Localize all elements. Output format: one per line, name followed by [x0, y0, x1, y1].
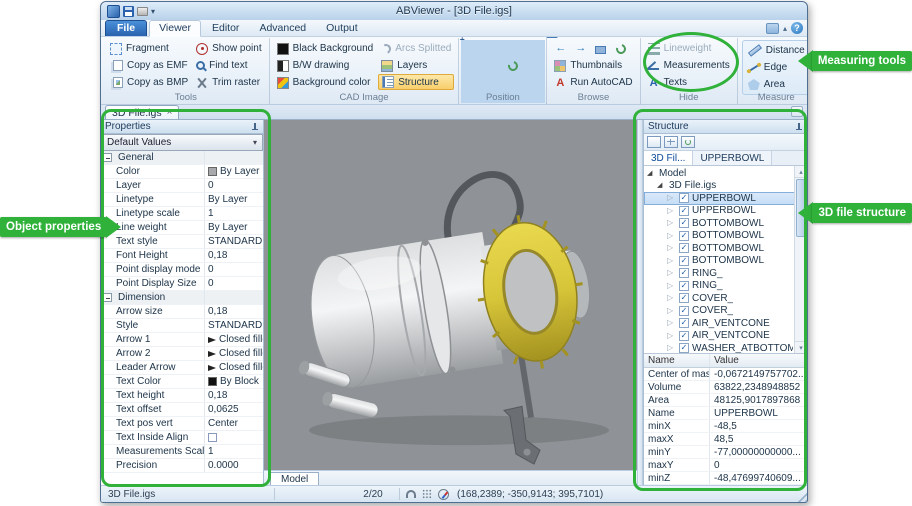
3d-viewport[interactable] — [264, 120, 637, 470]
group-label-browse: Browse — [577, 92, 610, 103]
tab-advanced[interactable]: Advanced — [250, 21, 315, 36]
callout-label: Object properties — [0, 217, 108, 237]
thumbnails-icon — [554, 59, 567, 72]
forward-arrow-icon: → — [575, 42, 587, 54]
style-switcher-icon[interactable] — [765, 22, 779, 34]
callout-label: Measuring tools — [811, 51, 912, 71]
status-coordinates: (168,2389; -350,9143; 395,7101) — [457, 488, 604, 500]
title-bar: ▾ ABViewer - [3D File.igs] — [101, 2, 807, 20]
status-icons — [406, 488, 449, 500]
zoom-window-icon — [508, 44, 518, 53]
callout-measuring-tools: Measuring tools — [797, 50, 912, 72]
ribbon-group-measure: Distance Edge Area Measure — [738, 38, 807, 104]
quick-access-toolbar: ▾ — [107, 4, 155, 18]
ribbon-group-tools: Fragment Copy as EMF Copy as BMP Show po… — [103, 38, 270, 104]
show-point-button[interactable]: Show point — [193, 40, 264, 57]
measure-area-button[interactable]: Area — [745, 76, 807, 93]
annotation-circle-measure — [643, 32, 739, 92]
annotation-box-properties — [101, 109, 271, 487]
run-autocad-button[interactable]: A Run AutoCAD — [551, 74, 635, 91]
thumbnails-button[interactable]: Thumbnails — [551, 57, 635, 74]
layers-icon — [381, 59, 394, 72]
copy-bmp-icon — [113, 77, 123, 88]
group-label-cad-image: CAD Image — [339, 92, 389, 103]
tab-output[interactable]: Output — [317, 21, 367, 36]
3d-model-rendering — [298, 171, 609, 465]
help-icon[interactable]: ? — [791, 22, 803, 34]
annotation-box-structure — [633, 109, 807, 491]
viewport-column: Model — [264, 120, 637, 485]
divider — [399, 488, 400, 500]
collapse-ribbon-icon[interactable]: ▴ — [783, 24, 787, 33]
home-icon — [595, 46, 607, 54]
screenshot: ▾ ABViewer - [3D File.igs] File Viewer E… — [0, 0, 912, 506]
bw-drawing-icon — [276, 59, 289, 72]
find-text-icon — [196, 61, 206, 70]
arcs-splitted-button[interactable]: Arcs Splitted — [378, 40, 454, 57]
copy-as-emf-button[interactable]: Copy as EMF — [107, 57, 191, 74]
trim-raster-icon — [196, 77, 208, 89]
structure-toggle-button[interactable]: Structure — [378, 74, 455, 90]
structure-icon — [382, 76, 395, 88]
fragment-icon — [110, 42, 122, 55]
snap-icon[interactable] — [406, 490, 416, 498]
background-color-icon — [276, 76, 289, 89]
black-background-button[interactable]: Black Background — [274, 40, 377, 57]
arcs-splitted-icon — [379, 42, 393, 55]
model-tab-strip: Model — [264, 470, 637, 485]
ribbon-group-position: ▾ ▾ Position — [459, 38, 548, 104]
compass-icon[interactable] — [438, 488, 449, 500]
find-text-button[interactable]: Find text — [193, 57, 264, 74]
group-label-measure: Measure — [757, 92, 795, 103]
back-arrow-icon: ← — [555, 42, 567, 54]
refresh-icon — [614, 41, 628, 56]
tab-editor[interactable]: Editor — [203, 21, 248, 36]
ribbon-corner-controls: ▴ ? — [765, 22, 803, 36]
distance-icon — [747, 44, 762, 57]
layers-button[interactable]: Layers — [378, 57, 454, 74]
ribbon-group-cad-image: Black Background B/W drawing Background … — [270, 38, 460, 104]
background-color-button[interactable]: Background color — [274, 74, 377, 91]
fragment-button[interactable]: Fragment — [107, 40, 191, 57]
bw-drawing-button[interactable]: B/W drawing — [274, 57, 377, 74]
status-file-name: 3D File.igs — [108, 488, 156, 500]
callout-arrow-left-icon — [797, 50, 813, 72]
group-label-tools: Tools — [174, 92, 197, 103]
forward-button[interactable]: → — [571, 41, 590, 57]
app-icon[interactable] — [107, 4, 120, 18]
autocad-icon: A — [556, 76, 565, 89]
show-point-icon — [196, 42, 209, 55]
copy-as-bmp-button[interactable]: Copy as BMP — [107, 74, 191, 91]
grid-icon[interactable] — [422, 489, 432, 499]
group-label-position: Position — [485, 92, 520, 103]
trim-raster-button[interactable]: Trim raster — [193, 74, 264, 91]
qat-dropdown-caret-icon[interactable]: ▾ — [151, 7, 155, 16]
divider — [274, 488, 275, 500]
zoom-window-button[interactable] — [503, 41, 522, 57]
back-button[interactable]: ← — [551, 41, 570, 57]
model-tab[interactable]: Model — [270, 472, 320, 485]
callout-3d-file-structure: 3D file structure — [798, 202, 912, 224]
status-page-indicator: 2/20 — [363, 488, 383, 500]
edge-icon — [748, 63, 760, 72]
refresh-button[interactable] — [611, 41, 630, 57]
ribbon-group-browse: ← → Thumbnails A Run AutoCAD Browse — [547, 38, 641, 104]
home-view-button[interactable] — [591, 41, 610, 57]
black-background-icon — [276, 42, 289, 55]
save-icon[interactable] — [123, 5, 134, 17]
callout-arrow-left-icon — [798, 202, 814, 224]
print-icon[interactable] — [137, 6, 148, 16]
callout-arrow-right-icon — [106, 216, 122, 238]
callout-object-properties: Object properties — [0, 216, 122, 238]
window-title: ABViewer - [3D File.igs] — [396, 5, 512, 17]
tab-viewer[interactable]: Viewer — [149, 20, 201, 37]
group-label-hide: Hide — [678, 92, 699, 103]
area-icon — [747, 79, 760, 90]
callout-label: 3D file structure — [812, 203, 912, 223]
tab-file[interactable]: File — [105, 20, 148, 36]
copy-emf-icon — [113, 60, 123, 71]
